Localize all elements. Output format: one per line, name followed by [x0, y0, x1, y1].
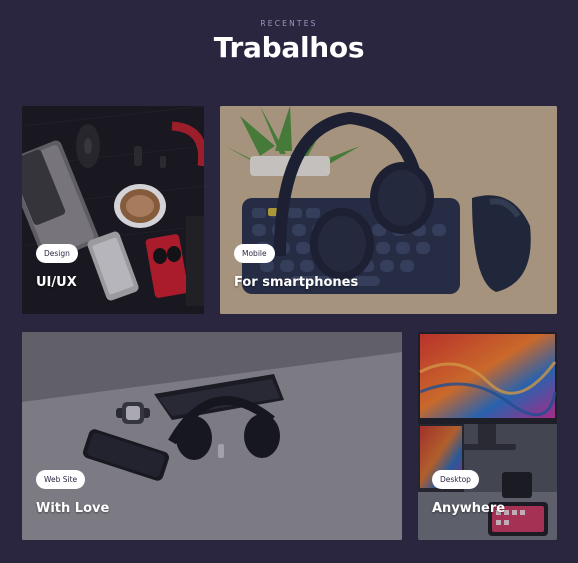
- portfolio-card-website[interactable]: Web Site With Love: [22, 332, 402, 540]
- card-title: With Love: [36, 501, 110, 516]
- portfolio-card-uiux[interactable]: Design UI/UX: [22, 106, 204, 314]
- card-title: Anywhere: [432, 501, 506, 516]
- card-title: For smartphones: [234, 275, 359, 290]
- portfolio-card-mobile[interactable]: Mobile For smartphones: [220, 106, 557, 314]
- category-badge: Mobile: [234, 244, 275, 263]
- section-kicker: RECENTES: [260, 19, 318, 28]
- category-badge: Web Site: [36, 470, 86, 489]
- category-badge: Design: [36, 244, 78, 263]
- card-title: UI/UX: [36, 275, 77, 290]
- category-badge: Desktop: [432, 470, 479, 489]
- portfolio-card-desktop[interactable]: Desktop Anywhere: [418, 332, 557, 540]
- section-title: Trabalhos: [213, 31, 365, 64]
